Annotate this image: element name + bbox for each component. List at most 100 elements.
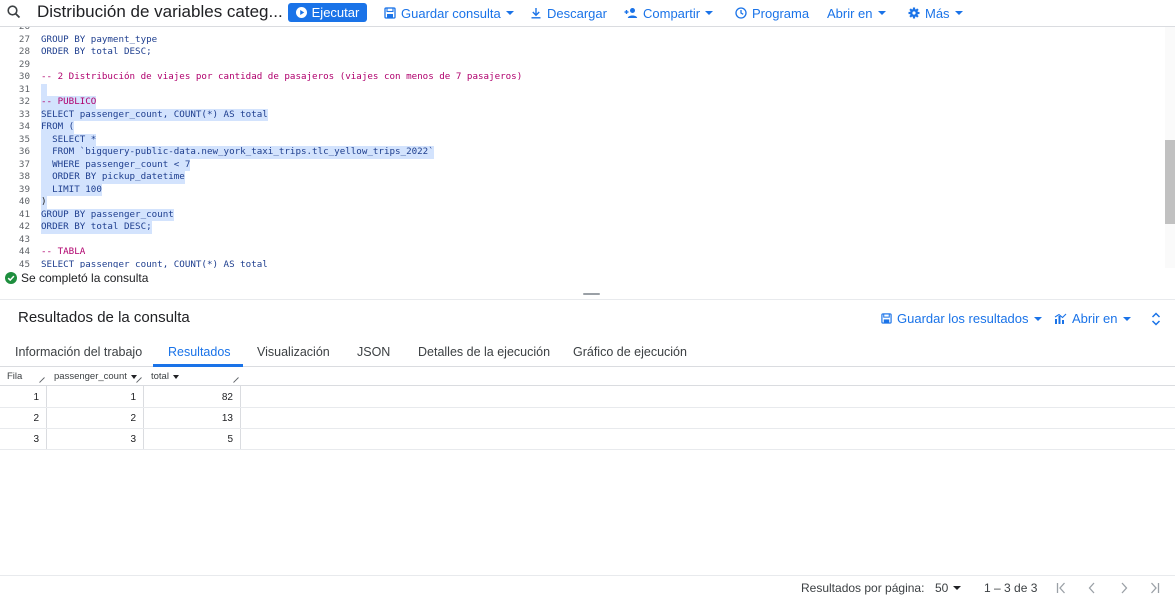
line-number: 43 (18, 233, 30, 245)
code-line[interactable]: 31 (0, 83, 1160, 96)
code-line[interactable]: 32 -- PUBLICO (0, 96, 1160, 109)
line-number: 37 (18, 158, 30, 170)
results-open-in-label: Abrir en (1072, 311, 1118, 326)
tab-execution-graph[interactable]: Gráfico de ejecución (573, 345, 687, 359)
code-line[interactable]: 33 SELECT passenger_count, COUNT(*) AS to… (0, 108, 1160, 121)
schedule-button[interactable]: Programa (735, 3, 809, 23)
next-page-icon[interactable] (1117, 581, 1131, 595)
code-line[interactable]: 28 ORDER BY total DESC; (0, 46, 1160, 59)
previous-page-icon[interactable] (1085, 581, 1099, 595)
run-button[interactable]: Ejecutar (288, 3, 367, 22)
code-text: -- 2 Distribución de viajes por cantidad… (41, 71, 523, 82)
chart-icon (1054, 313, 1067, 324)
clock-icon (735, 7, 747, 19)
first-page-icon[interactable] (1055, 581, 1069, 595)
editor-scrollbar-thumb[interactable] (1165, 140, 1175, 224)
code-text: SELECT passenger_count, COUNT(*) AS tota… (41, 258, 268, 269)
table-row[interactable]: 2 2 13 (0, 408, 1175, 429)
pane-resize-handle[interactable] (583, 293, 600, 295)
row-number-cell: 1 (33, 392, 39, 403)
code-line[interactable]: 43 (0, 234, 1160, 247)
more-label: Más (925, 5, 950, 21)
code-line[interactable]: 41 GROUP BY passenger_count (0, 208, 1160, 221)
code-line[interactable]: 42 ORDER BY total DESC; (0, 221, 1160, 234)
line-number: 30 (18, 71, 30, 82)
add-person-icon (624, 8, 638, 18)
code-line[interactable]: 29 (0, 59, 1160, 72)
save-icon (384, 7, 396, 19)
code-line[interactable]: 34 FROM ( (0, 121, 1160, 134)
search-icon[interactable] (6, 4, 22, 20)
code-text (41, 83, 47, 96)
code-line[interactable]: 39 LIMIT 100 (0, 183, 1160, 196)
query-title[interactable]: Distribución de variables categ... (37, 2, 283, 22)
download-button[interactable]: Descargar (530, 3, 607, 23)
code-text: FROM `bigquery-public-data.new_york_taxi… (41, 146, 434, 159)
results-title: Resultados de la consulta (18, 309, 190, 326)
code-line[interactable]: 35 SELECT * (0, 133, 1160, 146)
table-row[interactable]: 3 3 5 (0, 429, 1175, 450)
chevron-down-icon (877, 11, 886, 15)
play-icon (295, 7, 307, 18)
open-in-label: Abrir en (827, 5, 873, 21)
save-results-label: Guardar los resultados (897, 311, 1029, 326)
code-line[interactable]: 36 FROM `bigquery-public-data.new_york_t… (0, 146, 1160, 159)
schedule-label: Programa (752, 5, 810, 21)
open-in-button[interactable]: Abrir en (827, 3, 886, 23)
per-page-select[interactable]: 50 (935, 581, 962, 595)
status-message: Se completó la consulta (21, 271, 149, 285)
code-line[interactable]: 40) (0, 196, 1160, 209)
run-button-label: Ejecutar (311, 5, 360, 20)
column-header-row-number: Fila (7, 371, 22, 382)
code-text: ORDER BY pickup_datetime (41, 171, 185, 184)
line-number: 28 (18, 46, 30, 57)
more-button[interactable]: Más (908, 3, 963, 23)
chevron-down-icon (954, 11, 963, 15)
column-resize-handle[interactable] (233, 377, 239, 383)
line-number: 38 (18, 171, 30, 182)
results-open-in-button[interactable]: Abrir en (1054, 311, 1131, 326)
column-resize-handle[interactable] (136, 377, 142, 383)
line-number: 34 (18, 121, 30, 132)
tab-results[interactable]: Resultados (168, 345, 231, 359)
check-circle-icon (5, 272, 17, 284)
line-number: 39 (18, 183, 30, 195)
sql-editor[interactable]: 2627GROUP BY payment_type28ORDER BY tota… (0, 27, 1175, 268)
chevron-down-icon (1122, 316, 1131, 321)
code-line[interactable]: 37 WHERE passenger_count < 7 (0, 158, 1160, 171)
save-query-button[interactable]: Guardar consulta (384, 3, 514, 23)
chevron-down-icon (505, 11, 514, 15)
table-row[interactable]: 1 1 82 (0, 387, 1175, 408)
save-icon (881, 313, 892, 324)
tab-job-information[interactable]: Información del trabajo (15, 345, 142, 359)
column-resize-handle[interactable] (39, 377, 45, 383)
tab-execution-details[interactable]: Detalles de la ejecución (418, 345, 550, 359)
share-button[interactable]: Compartir (624, 3, 714, 23)
code-line[interactable]: 27 GROUP BY payment_type (0, 34, 1160, 47)
footer-divider (0, 575, 1175, 576)
column-menu-icon[interactable] (172, 374, 179, 379)
tab-visualization[interactable]: Visualización (257, 345, 330, 359)
code-line[interactable]: 44 -- TABLA (0, 246, 1160, 259)
code-line[interactable]: 45 SELECT passenger_count, COUNT(*) AS to… (0, 259, 1160, 269)
code-text: -- PUBLICO (41, 96, 97, 109)
column-header-passenger-count[interactable]: passenger_count (54, 371, 137, 382)
code-text: FROM ( (41, 121, 75, 134)
results-table-header: Fila passenger_count total (0, 367, 1175, 386)
save-results-button[interactable]: Guardar los resultados (881, 311, 1042, 326)
expand-icon[interactable] (1150, 311, 1162, 327)
column-header-label: total (151, 371, 169, 382)
code-line[interactable]: 30 -- 2 Distribución de viajes por cantid… (0, 71, 1160, 84)
line-number: 32 (18, 96, 30, 107)
total-cell: 5 (227, 434, 233, 445)
tab-json[interactable]: JSON (357, 345, 390, 359)
per-page-label: Resultados por página: (801, 581, 925, 595)
code-text: SELECT * (41, 133, 97, 146)
total-cell: 82 (221, 392, 233, 403)
last-page-icon[interactable] (1147, 581, 1161, 595)
code-line[interactable]: 38 ORDER BY pickup_datetime (0, 171, 1160, 184)
column-header-total[interactable]: total (151, 371, 179, 382)
code-text: GROUP BY payment_type (41, 33, 158, 45)
line-number: 29 (18, 58, 30, 70)
code-text: -- TABLA (41, 246, 86, 257)
